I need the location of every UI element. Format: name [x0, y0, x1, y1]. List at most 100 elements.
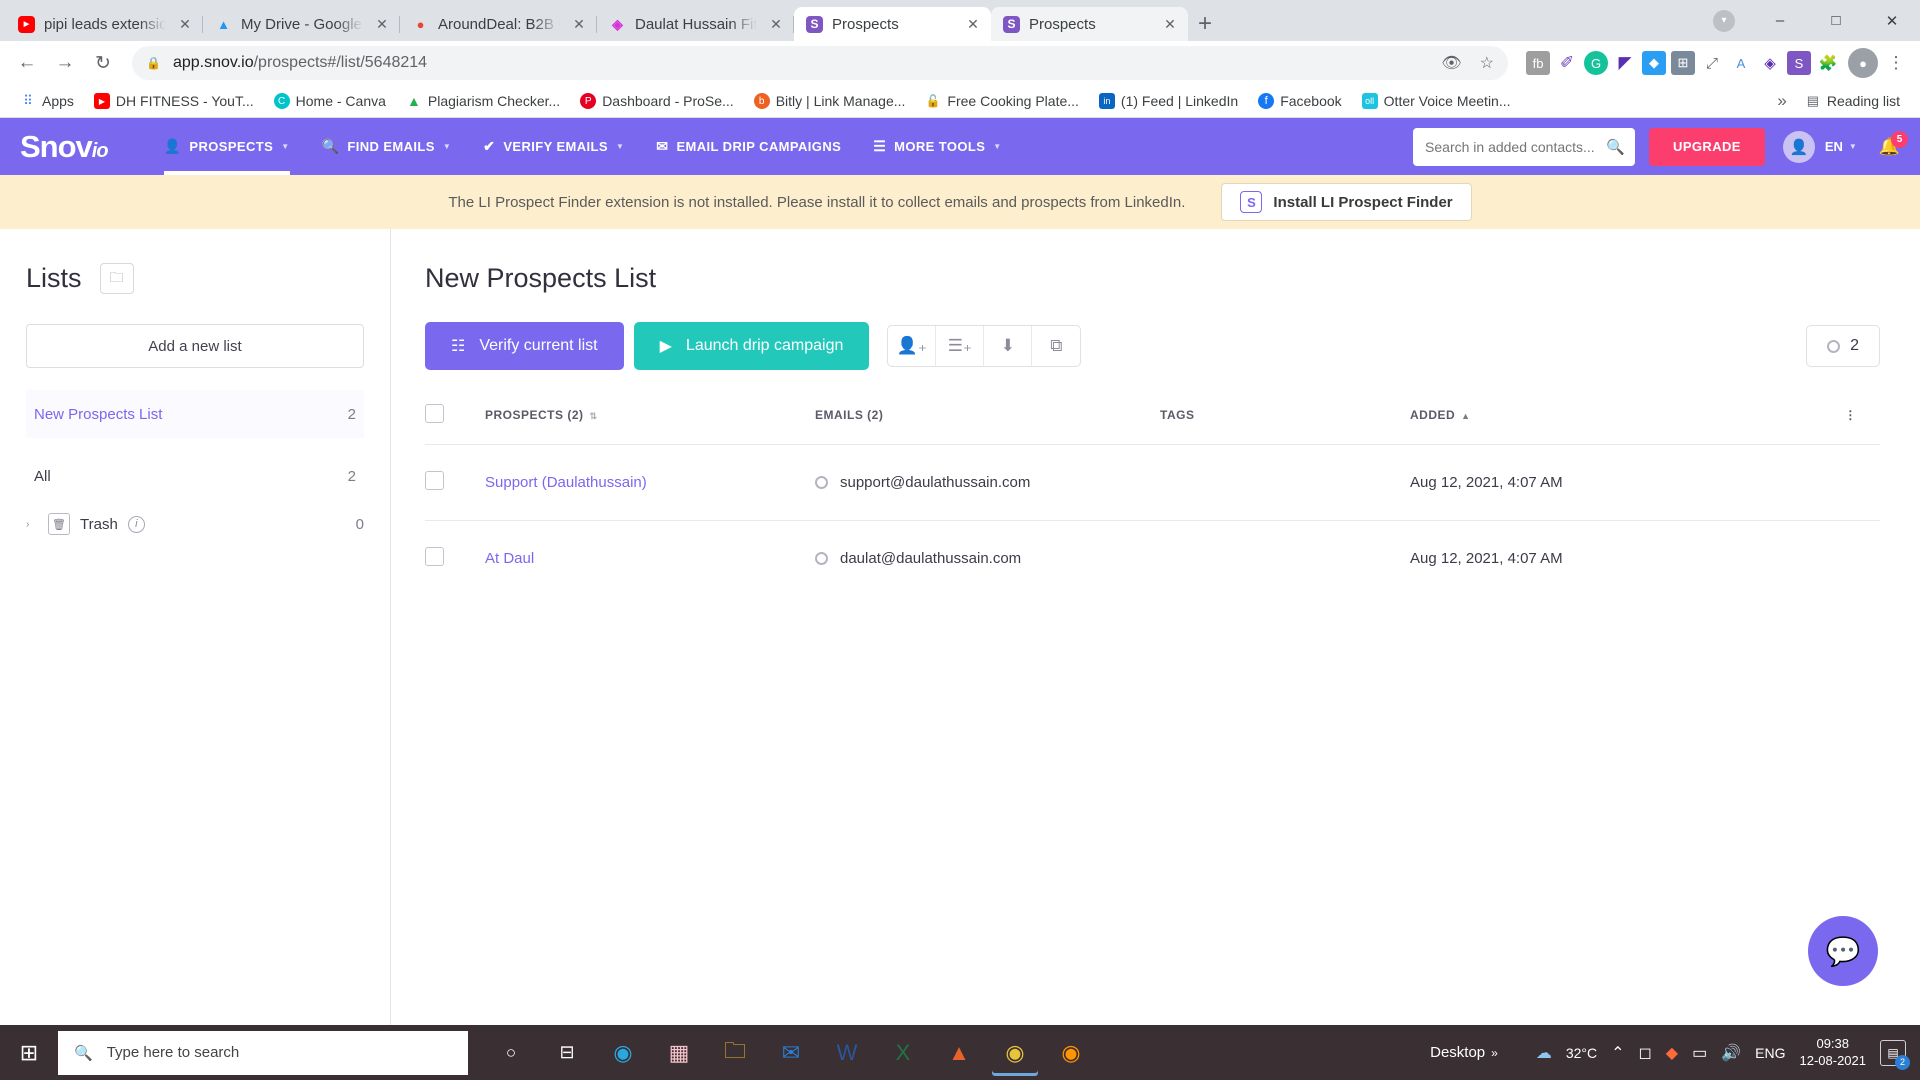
close-window-button[interactable]: ✕: [1864, 0, 1920, 41]
table-row[interactable]: Support (Daulathussain) support@daulathu…: [425, 444, 1880, 521]
task-view-icon[interactable]: ⊟: [544, 1030, 590, 1076]
add-new-list-button[interactable]: Add a new list: [26, 324, 364, 368]
verify-current-list-button[interactable]: ☷ Verify current list: [425, 322, 624, 370]
row-checkbox[interactable]: [425, 547, 444, 566]
prospect-name[interactable]: At Daul: [485, 550, 534, 567]
chevron-right-icon[interactable]: ›: [26, 519, 38, 530]
word-icon[interactable]: W: [824, 1030, 870, 1076]
notifications-button[interactable]: 🔔 5: [1879, 130, 1908, 157]
color-picker-icon[interactable]: ✐: [1555, 51, 1579, 75]
windows-icon[interactable]: ⊞: [0, 1025, 58, 1080]
weather-temp[interactable]: 32°C: [1566, 1045, 1597, 1061]
browser-tab[interactable]: My Drive - Google Drive ✕: [203, 7, 400, 41]
bookmark-item[interactable]: ▶ DH FITNESS - YouT...: [86, 89, 262, 113]
onedrive-icon[interactable]: ◻: [1639, 1043, 1652, 1063]
add-person-icon[interactable]: 👤₊: [888, 326, 937, 366]
browser-tab[interactable]: AroundDeal: B2B Contact & ✕: [400, 7, 597, 41]
language-indicator[interactable]: ENG: [1755, 1045, 1785, 1061]
contacts-search[interactable]: 🔍: [1413, 127, 1636, 166]
chevron-up-icon[interactable]: ⌃: [1611, 1043, 1624, 1063]
snovio-logo[interactable]: Snovio: [20, 129, 109, 165]
snovio-icon[interactable]: S: [1787, 51, 1811, 75]
reload-button[interactable]: ↻: [86, 46, 120, 80]
nav-prospects[interactable]: 👤 PROSPECTS ▼: [148, 118, 306, 175]
bookmark-item[interactable]: b Bitly | Link Manage...: [746, 89, 914, 113]
bookmark-item[interactable]: 🔓 Free Cooking Plate...: [917, 89, 1087, 113]
store-icon[interactable]: ▦: [656, 1030, 702, 1076]
cortana-icon[interactable]: ○: [488, 1030, 534, 1076]
excel-icon[interactable]: X: [880, 1030, 926, 1076]
close-icon[interactable]: ✕: [569, 14, 589, 34]
sidebar-item-trash[interactable]: › 🗑 Trash i 0: [26, 500, 364, 548]
desktop-label[interactable]: Desktop »: [1430, 1044, 1498, 1061]
ahrefs-icon[interactable]: ◤: [1613, 51, 1637, 75]
close-icon[interactable]: ✕: [1160, 14, 1180, 34]
info-icon[interactable]: i: [127, 515, 145, 533]
fb-pixel-icon[interactable]: fb: [1526, 51, 1550, 75]
download-icon[interactable]: ⬇: [984, 326, 1033, 366]
battery-icon[interactable]: ▭: [1692, 1043, 1707, 1063]
bookmark-item[interactable]: in (1) Feed | LinkedIn: [1091, 89, 1246, 113]
eye-slash-icon[interactable]: 👁: [1441, 53, 1461, 73]
maximize-button[interactable]: □: [1808, 0, 1864, 41]
hunter-icon[interactable]: ◆: [1642, 51, 1666, 75]
close-icon[interactable]: ✕: [766, 14, 786, 34]
add-to-list-icon[interactable]: ☰₊: [936, 326, 985, 366]
download-indicator-icon[interactable]: ▾: [1696, 0, 1752, 41]
taskbar-search[interactable]: 🔍 Type here to search: [58, 1030, 468, 1075]
url-input[interactable]: 🔒 app.snov.io/prospects#/list/5648214 👁 …: [132, 46, 1508, 80]
star-icon[interactable]: ☆: [1480, 53, 1494, 73]
grammarly-icon[interactable]: G: [1584, 51, 1608, 75]
row-checkbox[interactable]: [425, 471, 444, 490]
launch-drip-campaign-button[interactable]: ▶ Launch drip campaign: [633, 322, 870, 370]
language-selector[interactable]: EN ▼: [1825, 139, 1857, 154]
chrome-icon[interactable]: ◉: [992, 1030, 1038, 1076]
bookmark-item[interactable]: C Home - Canva: [266, 89, 394, 113]
search-icon[interactable]: 🔍: [1606, 138, 1625, 156]
browser-tab[interactable]: Prospects ✕: [991, 7, 1188, 41]
vlc-icon[interactable]: ▲: [936, 1030, 982, 1076]
table-row[interactable]: At Daul daulat@daulathussain.com Aug 12,…: [425, 520, 1880, 596]
diamond-icon[interactable]: ◈: [1758, 51, 1782, 75]
search-input[interactable]: [1425, 138, 1607, 155]
profile-avatar[interactable]: ●: [1848, 48, 1878, 78]
sidebar-item-new-prospects-list[interactable]: New Prospects List 2: [26, 390, 364, 438]
notification-center-icon[interactable]: ▤ 2: [1880, 1039, 1910, 1070]
bookmark-apps[interactable]: ⠿ Apps: [12, 89, 82, 113]
upgrade-button[interactable]: UPGRADE: [1649, 127, 1765, 166]
install-extension-button[interactable]: S Install LI Prospect Finder: [1221, 183, 1472, 221]
minimize-button[interactable]: –: [1752, 0, 1808, 41]
avatar[interactable]: 👤: [1782, 130, 1815, 163]
bookmarks-overflow-icon[interactable]: »: [1777, 91, 1786, 111]
header-tags[interactable]: TAGS: [1160, 404, 1410, 445]
new-tab-button[interactable]: +: [1188, 7, 1222, 41]
dropbox-icon[interactable]: ◆: [1666, 1043, 1678, 1063]
reading-list-button[interactable]: ▤ Reading list: [1797, 89, 1908, 113]
close-icon[interactable]: ✕: [963, 14, 983, 34]
nav-find-emails[interactable]: 🔍 FIND EMAILS ▼: [306, 118, 468, 175]
close-icon[interactable]: ✕: [372, 14, 392, 34]
forward-button[interactable]: →: [48, 46, 82, 80]
firefox-icon[interactable]: ◉: [1048, 1030, 1094, 1076]
browser-tab[interactable]: Daulat Hussain Fitness Cum ✕: [597, 7, 794, 41]
back-button[interactable]: ←: [10, 46, 44, 80]
select-all-checkbox[interactable]: [425, 404, 444, 423]
bookmark-item[interactable]: P Dashboard - ProSe...: [572, 89, 742, 113]
bookmark-item[interactable]: ▲ Plagiarism Checker...: [398, 89, 568, 113]
prospect-name[interactable]: Support (Daulathussain): [485, 474, 647, 491]
alt-text-icon[interactable]: A: [1729, 51, 1753, 75]
explorer-icon[interactable]: 🗀: [712, 1030, 758, 1076]
header-prospects[interactable]: PROSPECTS (2) ⇅: [485, 404, 815, 445]
puzzle-icon[interactable]: 🧩: [1816, 51, 1840, 75]
mail-icon[interactable]: ✉: [768, 1030, 814, 1076]
nav-email-drip-campaigns[interactable]: ✉ EMAIL DRIP CAMPAIGNS: [640, 118, 857, 175]
nav-verify-emails[interactable]: ✔ VERIFY EMAILS ▼: [467, 118, 640, 175]
clock[interactable]: 09:38 12-08-2021: [1800, 1036, 1867, 1070]
bookmark-item[interactable]: f Facebook: [1250, 89, 1349, 113]
header-emails[interactable]: EMAILS (2): [815, 404, 1160, 445]
browser-tab[interactable]: pipi leads extension - YouTu ✕: [6, 7, 203, 41]
volume-icon[interactable]: 🔊: [1721, 1043, 1741, 1063]
chat-bubble-icon[interactable]: 💬: [1808, 916, 1878, 986]
nav-more-tools[interactable]: ☰ MORE TOOLS ▼: [857, 118, 1017, 175]
browser-menu-icon[interactable]: ⋮: [1882, 53, 1910, 73]
